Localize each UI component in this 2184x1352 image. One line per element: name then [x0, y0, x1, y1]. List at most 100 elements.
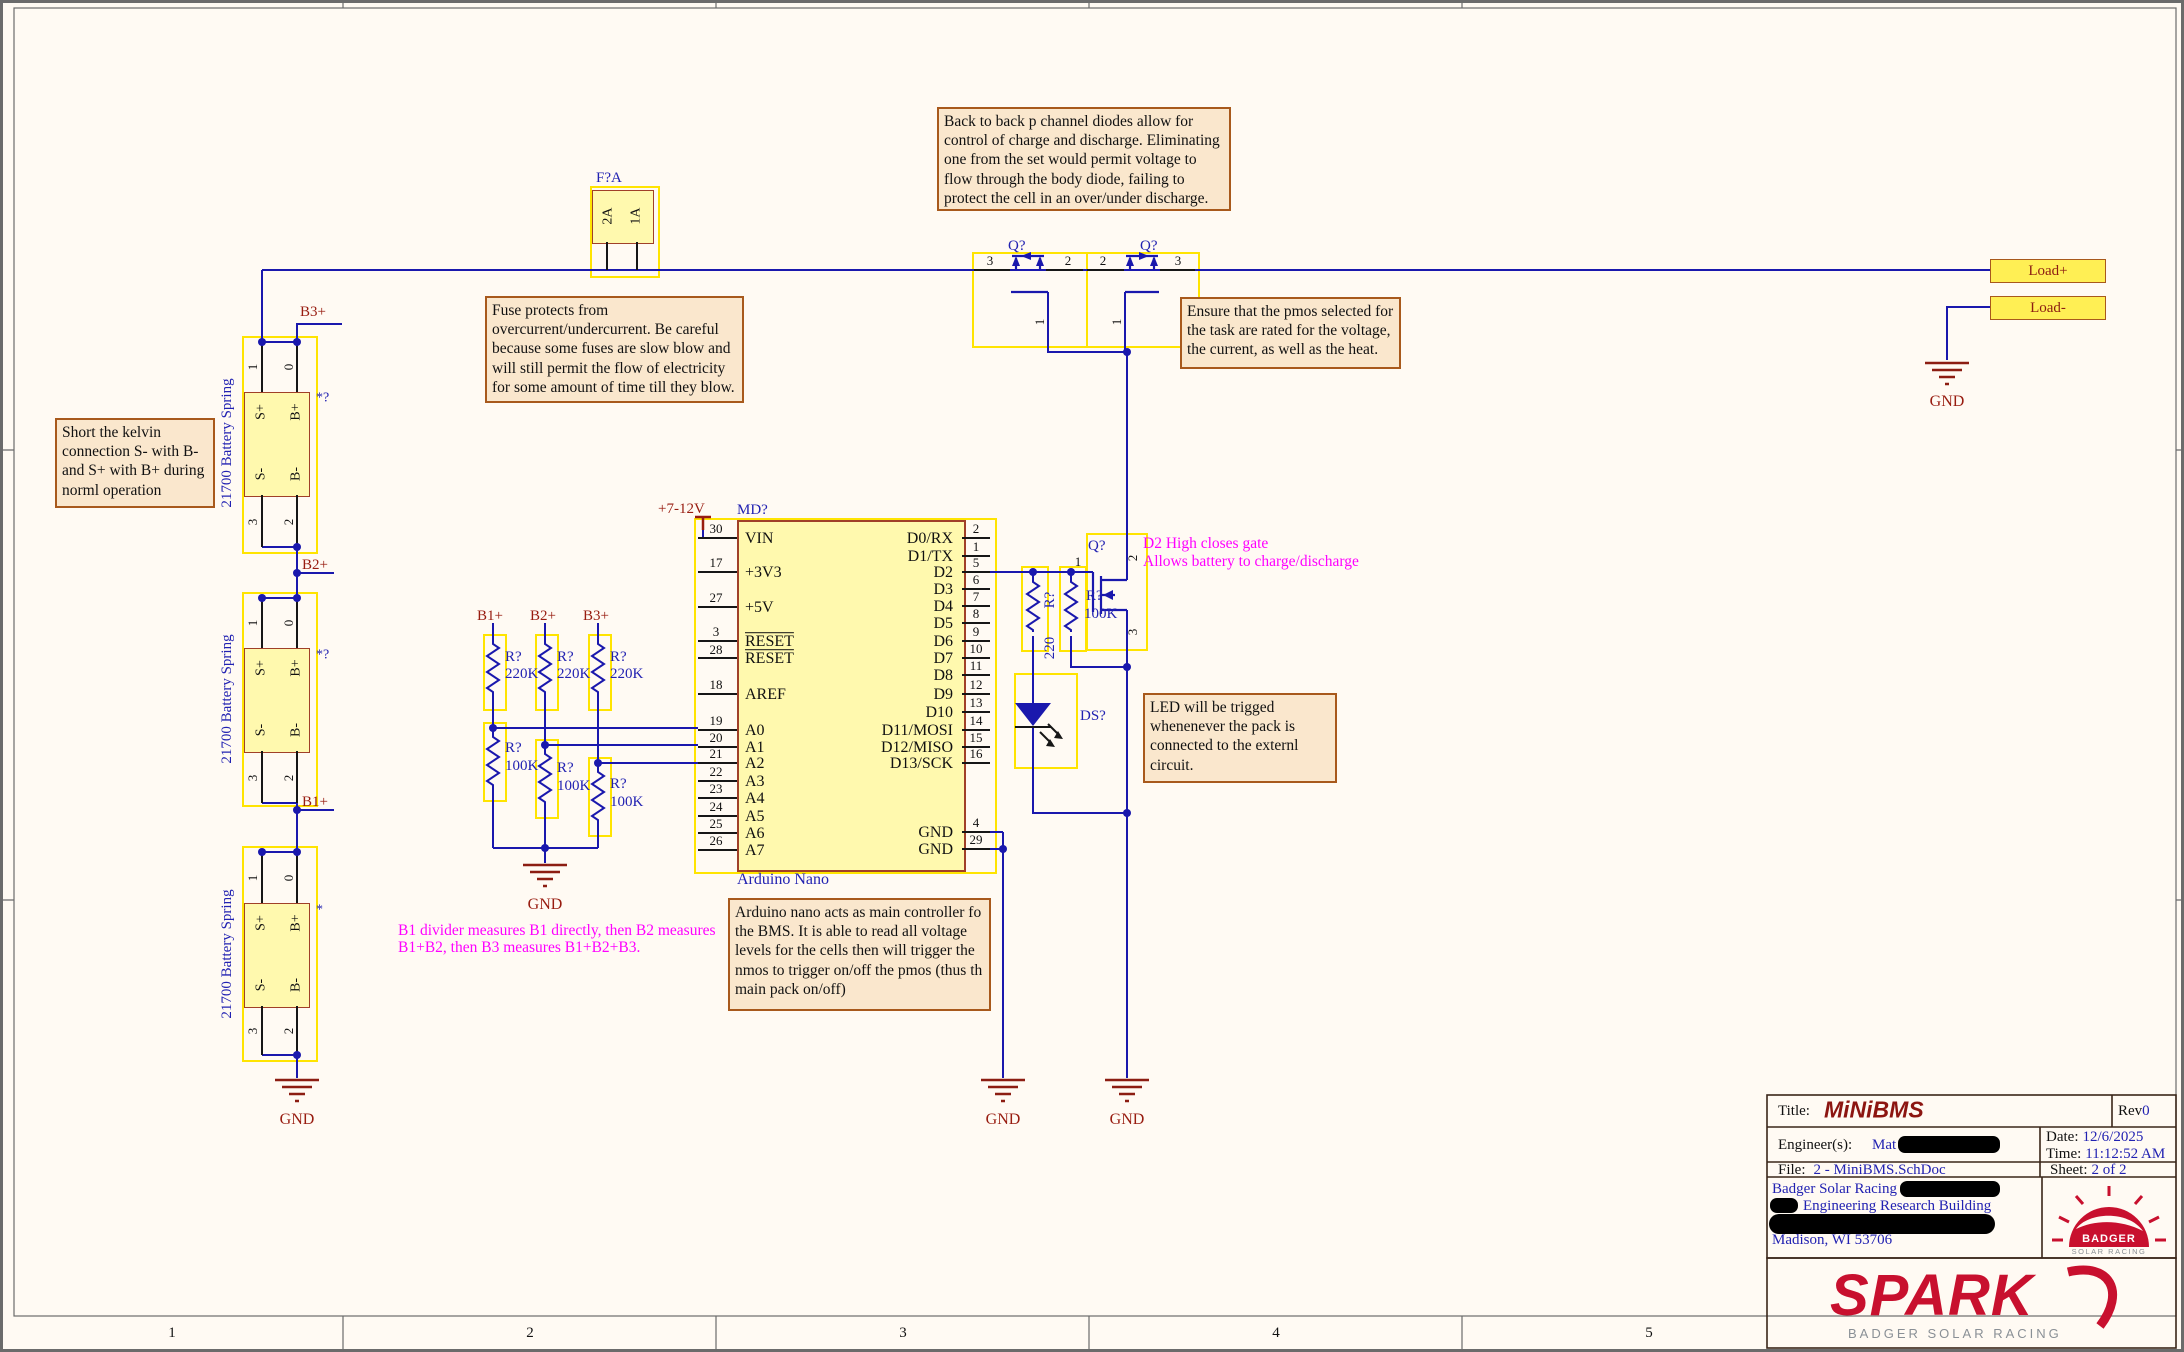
note-arduino[interactable]: Arduino nano acts as main controller fo … [728, 898, 991, 1011]
pin-name-d12: D12/MISO [881, 739, 953, 757]
r100k-gate-val: 100K [1084, 606, 1117, 623]
note-led[interactable]: LED will be trigged whenenever the pack … [1143, 693, 1337, 783]
net-label-b2-divider[interactable]: B2+ [530, 608, 556, 625]
battery1-designator[interactable]: *? [316, 390, 329, 405]
note-pmos[interactable]: Ensure that the pmos selected for the ta… [1180, 297, 1401, 369]
pin-name-a4: A4 [745, 790, 765, 808]
battery1-bplus: B+ [288, 403, 303, 420]
r220-ref[interactable]: R? [1042, 592, 1059, 609]
led-designator[interactable]: DS? [1080, 708, 1106, 725]
battery3-designator[interactable]: * [316, 902, 323, 917]
pin-name-d0rx: D0/RX [907, 530, 953, 548]
titleblock-engineer-label: Engineer(s): [1778, 1137, 1852, 1154]
note-d2-gate: D2 High closes gate Allows battery to ch… [1143, 535, 1359, 571]
battery3-bminus: B- [288, 978, 303, 992]
r100k-gate-ref[interactable]: R? [1086, 588, 1103, 605]
port-load-plus[interactable]: Load+ [1990, 259, 2106, 283]
note-fuse[interactable]: Fuse protects from overcurrent/undercurr… [485, 296, 744, 403]
r100k-b3-ref[interactable]: R? [610, 776, 627, 793]
net-label-b1-divider[interactable]: B1+ [477, 608, 503, 625]
svg-text:SOLAR RACING: SOLAR RACING [2072, 1247, 2147, 1256]
pin-num-17: 17 [710, 556, 723, 570]
ruler-col-1: 1 [168, 1325, 176, 1342]
battery3-pin0: 0 [282, 875, 296, 882]
pin-name-gnd2: GND [918, 841, 953, 859]
r220-val: 220 [1042, 637, 1059, 660]
pin-name-d10: D10 [925, 704, 953, 722]
arduino-designator[interactable]: MD? [737, 502, 768, 519]
pin-num-15: 15 [970, 731, 983, 745]
battery3-sminus: S- [253, 979, 268, 991]
titleblock-date: Date: 12/6/2025 [2046, 1128, 2143, 1146]
battery3-pin2: 2 [282, 1028, 296, 1035]
fuse-designator[interactable]: F?A [596, 170, 622, 187]
pin-num-10: 10 [970, 642, 983, 656]
pin-name-d13: D13/SCK [890, 755, 953, 773]
pin-name-5v: +5V [745, 599, 774, 617]
titleblock-org: Badger Solar Racing [1772, 1181, 1897, 1198]
battery2-splus: S+ [253, 660, 268, 676]
pin-name-d8: D8 [933, 667, 953, 685]
pmos2-pin1: 1 [1110, 319, 1124, 326]
battery1-splus: S+ [253, 404, 268, 420]
power-label-vin[interactable]: +7-12V [658, 501, 705, 518]
gnd-label-arduino[interactable]: GND [986, 1111, 1021, 1129]
gnd-label-load[interactable]: GND [1930, 393, 1965, 411]
pin-num-1: 1 [973, 540, 980, 554]
battery3-splus: S+ [253, 915, 268, 931]
pin-name-gnd1: GND [918, 824, 953, 842]
battery3-bplus: B+ [288, 914, 303, 931]
r220k-b1-ref[interactable]: R? [505, 649, 522, 666]
net-label-b3[interactable]: B3+ [300, 304, 326, 321]
pin-num-29: 29 [970, 833, 983, 847]
pin-num-12: 12 [970, 678, 983, 692]
pin-num-16: 16 [970, 747, 983, 761]
pin-num-7: 7 [973, 590, 980, 604]
pin-name-d4: D4 [933, 598, 953, 616]
gnd-label-divider[interactable]: GND [528, 896, 563, 914]
titleblock-title-label: Title: [1778, 1103, 1810, 1120]
battery2-bminus: B- [288, 723, 303, 737]
pin-name-3v3: +3V3 [745, 564, 782, 582]
pmos-symbols [1011, 252, 1159, 292]
pin-name-d1tx: D1/TX [908, 548, 953, 566]
fuse-pin-1a: 1A [628, 207, 643, 224]
pmos1-designator[interactable]: Q? [1008, 238, 1026, 255]
r220k-b3-ref[interactable]: R? [610, 649, 627, 666]
arduino-name: Arduino Nano [737, 871, 829, 889]
schematic-sheet: BADGER SOLAR RACING Short the kelvin con… [0, 0, 2184, 1352]
r100k-b1-ref[interactable]: R? [505, 740, 522, 757]
battery3-pin1: 1 [246, 875, 260, 882]
battery2-pin3: 3 [246, 775, 260, 782]
net-label-b3-divider[interactable]: B3+ [583, 608, 609, 625]
r220k-b3-val: 220K [610, 666, 643, 683]
nmos-designator[interactable]: Q? [1088, 538, 1106, 555]
net-label-b1[interactable]: B1+ [302, 794, 328, 811]
port-load-minus[interactable]: Load- [1990, 296, 2106, 320]
note-backtoback[interactable]: Back to back p channel diodes allow for … [937, 107, 1231, 211]
net-label-b2[interactable]: B2+ [302, 557, 328, 574]
pin-name-d3: D3 [933, 581, 953, 599]
pin-name-d2: D2 [933, 564, 953, 582]
note-divider-measure: B1 divider measures B1 directly, then B2… [398, 922, 732, 956]
pin-num-11: 11 [970, 659, 983, 673]
pin-num-26: 26 [710, 834, 723, 848]
battery1-bminus: B- [288, 467, 303, 481]
note-kelvin[interactable]: Short the kelvin connection S- with B- a… [55, 418, 215, 508]
gnd-label-rail[interactable]: GND [1110, 1111, 1145, 1129]
r100k-b1-val: 100K [505, 758, 538, 775]
r100k-b2-ref[interactable]: R? [557, 760, 574, 777]
pin-num-3: 3 [713, 625, 720, 639]
pin-num-5: 5 [973, 556, 980, 570]
pmos2-designator[interactable]: Q? [1140, 238, 1158, 255]
pin-num-27: 27 [710, 591, 723, 605]
ruler-col-2: 2 [526, 1325, 534, 1342]
r220k-b2-ref[interactable]: R? [557, 649, 574, 666]
battery2-designator[interactable]: *? [316, 647, 329, 662]
pin-name-aref: AREF [745, 686, 786, 704]
pin-name-d9: D9 [933, 686, 953, 704]
pmos1-pin3: 3 [987, 254, 994, 268]
pmos2-pin2: 2 [1100, 254, 1107, 268]
gnd-label-battery[interactable]: GND [280, 1111, 315, 1129]
pin-num-20: 20 [710, 731, 723, 745]
